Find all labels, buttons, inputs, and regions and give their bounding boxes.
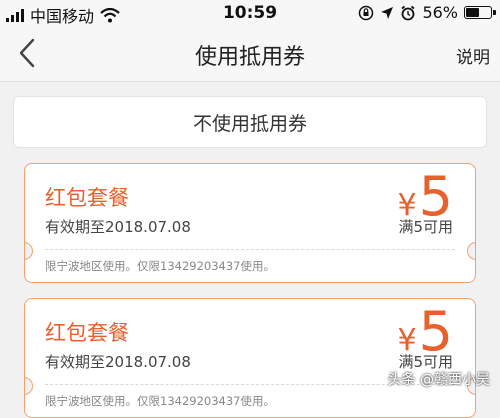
page-title: 使用抵用券 [194,45,305,70]
coupon-note: 限宁波地区使用。仅限13429203437使用。 [45,259,275,273]
coupon-condition: 满5可用 [398,218,453,236]
coupon-expiry: 有效期至2018.07.08 [45,353,191,371]
battery-percent: 56% [422,3,458,22]
coupon-expiry: 有效期至2018.07.08 [45,218,191,236]
rotation-lock-icon [359,5,374,20]
no-coupon-button[interactable]: 不使用抵用券 [13,96,487,148]
battery-icon [464,6,496,19]
alarm-icon [401,5,415,20]
location-icon [381,6,394,19]
watermark: 头条 @赣西小吴 [387,372,490,388]
status-bar: 中国移动 10:59 56% [0,0,500,26]
coupon-title: 红包套餐 [45,186,129,210]
coupon-card[interactable]: 红包套餐 有效期至2018.07.08 ¥ 5 满5可用 限宁波地区使用。仅限1… [24,298,476,418]
coupon-notch-left [25,377,33,395]
coupon-title: 红包套餐 [45,321,129,345]
coupon-divider [45,249,455,250]
battery-tip [493,10,496,15]
coupon-notch-left [25,242,33,260]
coupon-note: 限宁波地区使用。仅限13429203437使用。 [45,394,275,408]
coupon-notch-right [467,242,475,260]
nav-bar: 使用抵用券 说明 [0,24,500,82]
instructions-button[interactable]: 说明 [456,43,490,68]
battery-fill [466,8,479,17]
status-right: 56% [358,3,496,22]
coupon-card[interactable]: 红包套餐 有效期至2018.07.08 ¥ 5 满5可用 限宁波地区使用。仅限1… [24,163,476,283]
